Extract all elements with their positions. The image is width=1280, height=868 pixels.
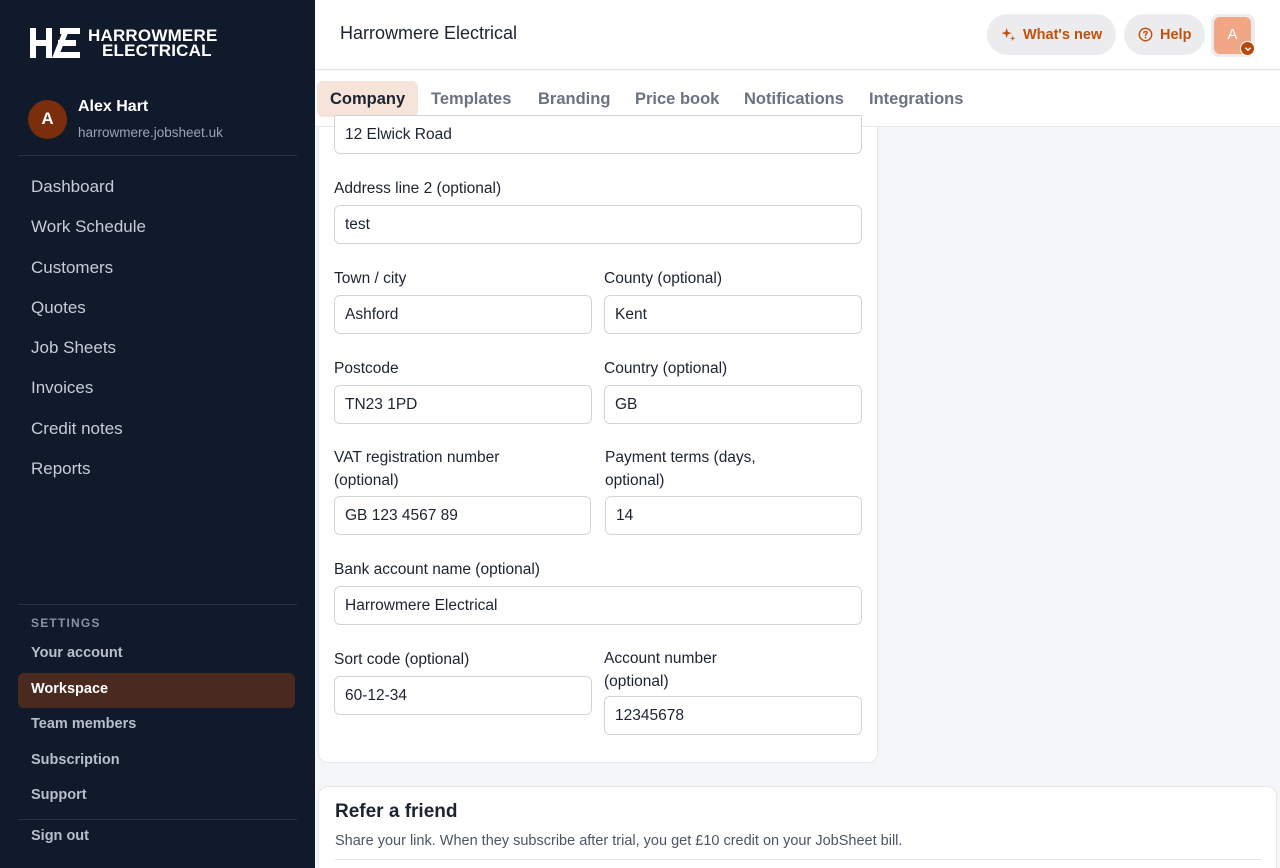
- payment-terms-label-line1: Payment terms (days,: [605, 449, 756, 466]
- refer-divider: [335, 859, 1262, 860]
- profile-name: Alex Hart: [78, 98, 149, 115]
- avatar: A: [28, 99, 67, 139]
- sidebar-divider: [18, 155, 297, 156]
- account-number-label: Account number (optional): [604, 647, 717, 693]
- whats-new-label: What's new: [1023, 26, 1103, 43]
- nav-item-quotes[interactable]: Quotes: [31, 294, 146, 334]
- address-line2-input[interactable]: test: [334, 205, 862, 244]
- postcode-input[interactable]: TN23 1PD: [334, 385, 592, 424]
- nav-item-customers[interactable]: Customers: [31, 254, 146, 294]
- account-number-label-line2: (optional): [604, 673, 669, 690]
- top-header: Harrowmere Electrical What's new Help A: [315, 0, 1280, 70]
- brand-logo[interactable]: HARROWMERE ELECTRICAL: [30, 26, 218, 60]
- nav-item-dashboard[interactable]: Dashboard: [31, 173, 146, 213]
- refer-a-friend-card: Refer a friend Share your link. When the…: [318, 786, 1277, 868]
- vat-label-line1: VAT registration number: [334, 449, 500, 466]
- tab-company[interactable]: Company: [317, 81, 419, 117]
- sparkle-icon: [1001, 27, 1016, 42]
- settings-item-support[interactable]: Support: [18, 779, 295, 815]
- town-input[interactable]: Ashford: [334, 295, 592, 334]
- settings-item-subscription[interactable]: Subscription: [18, 744, 295, 780]
- settings-item-team-members[interactable]: Team members: [18, 708, 295, 744]
- whats-new-button[interactable]: What's new: [987, 14, 1117, 55]
- nav-item-reports[interactable]: Reports: [31, 455, 146, 495]
- settings-heading: SETTINGS: [31, 616, 101, 630]
- country-input[interactable]: GB: [604, 385, 862, 424]
- payment-terms-label-line2: optional): [605, 472, 665, 489]
- account-number-input[interactable]: 12345678: [604, 696, 862, 735]
- nav-item-job-sheets[interactable]: Job Sheets: [31, 334, 146, 374]
- help-label: Help: [1160, 26, 1192, 43]
- sign-out-button[interactable]: Sign out: [31, 828, 89, 844]
- settings-nav: Your account Workspace Team members Subs…: [18, 637, 295, 815]
- county-label: County (optional): [604, 270, 723, 287]
- sort-code-input[interactable]: 60-12-34: [334, 676, 592, 715]
- company-details-form: 12 Elwick Road Address line 2 (optional)…: [318, 115, 878, 763]
- logo-mark-icon: [30, 28, 80, 58]
- bank-account-name-input[interactable]: Harrowmere Electrical: [334, 586, 862, 625]
- bank-account-name-label: Bank account name (optional): [334, 561, 540, 578]
- refer-title: Refer a friend: [335, 801, 458, 822]
- vat-label-line2: (optional): [334, 472, 399, 489]
- brand-name-line2: ELECTRICAL: [102, 41, 212, 60]
- address-line2-label: Address line 2 (optional): [334, 180, 502, 197]
- settings-item-workspace[interactable]: Workspace: [18, 672, 295, 709]
- user-menu-button[interactable]: A: [1211, 14, 1255, 57]
- sidebar-divider: [18, 604, 297, 605]
- chevron-down-icon: [1240, 41, 1255, 56]
- address-line1-input[interactable]: 12 Elwick Road: [334, 115, 862, 154]
- help-button[interactable]: Help: [1124, 14, 1206, 55]
- tab-price-book[interactable]: Price book: [635, 81, 719, 117]
- nav-item-invoices[interactable]: Invoices: [31, 374, 146, 414]
- tab-integrations[interactable]: Integrations: [869, 81, 963, 117]
- postcode-label: Postcode: [334, 360, 399, 377]
- profile-summary[interactable]: A Alex Hart harrowmere.jobsheet.uk: [28, 98, 223, 140]
- profile-domain: harrowmere.jobsheet.uk: [78, 125, 223, 140]
- page-title: Harrowmere Electrical: [340, 23, 518, 43]
- sidebar-divider: [18, 819, 297, 820]
- tab-templates[interactable]: Templates: [431, 81, 511, 117]
- county-input[interactable]: Kent: [604, 295, 862, 334]
- tab-branding[interactable]: Branding: [538, 81, 610, 117]
- sidebar: HARROWMERE ELECTRICAL A Alex Hart harrow…: [0, 0, 315, 868]
- help-circle-icon: [1138, 27, 1153, 42]
- vat-number-input[interactable]: GB 123 4567 89: [334, 496, 591, 535]
- refer-description: Share your link. When they subscribe aft…: [335, 833, 903, 849]
- payment-terms-input[interactable]: 14: [605, 496, 862, 535]
- country-label: Country (optional): [604, 360, 728, 377]
- tab-notifications[interactable]: Notifications: [744, 81, 844, 117]
- nav-item-work-schedule[interactable]: Work Schedule: [31, 213, 146, 253]
- account-number-label-line1: Account number: [604, 650, 717, 667]
- nav-item-credit-notes[interactable]: Credit notes: [31, 415, 146, 455]
- settings-item-your-account[interactable]: Your account: [18, 637, 295, 673]
- sort-code-label: Sort code (optional): [334, 651, 470, 668]
- main-nav: Dashboard Work Schedule Customers Quotes…: [31, 173, 146, 495]
- vat-label: VAT registration number (optional): [334, 446, 499, 492]
- town-label: Town / city: [334, 270, 407, 287]
- payment-terms-label: Payment terms (days, optional): [605, 446, 756, 492]
